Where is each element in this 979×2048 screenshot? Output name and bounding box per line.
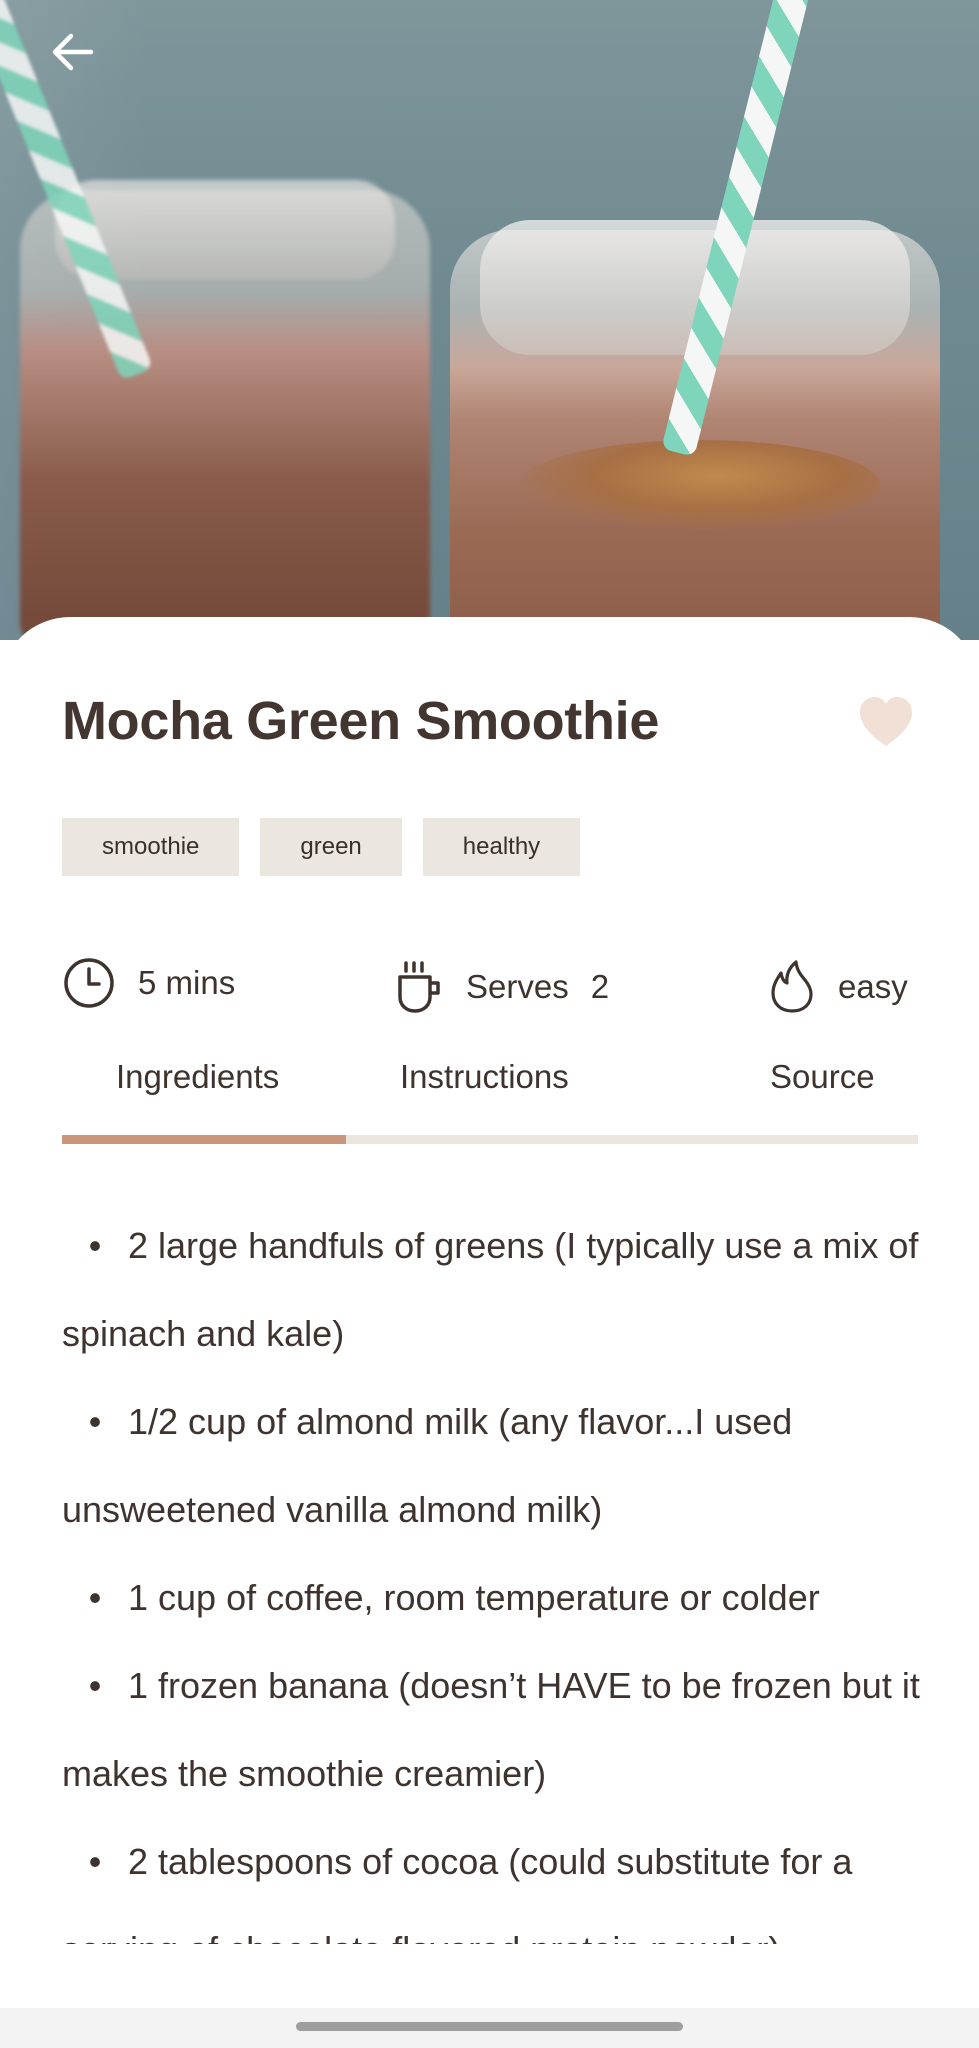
- ingredient-text: 2 tablespoons of cocoa (could substitute…: [62, 1841, 853, 1944]
- tag-chip[interactable]: green: [260, 818, 402, 876]
- servings-value: 2: [590, 968, 610, 1005]
- recipe-tabs: Ingredients Instructions Source: [62, 1058, 918, 1148]
- list-item: • 1/2 cup of almond milk (any flavor...I …: [62, 1378, 932, 1554]
- favorite-button[interactable]: [856, 694, 916, 750]
- tab-ingredients[interactable]: Ingredients: [116, 1058, 279, 1096]
- tab-instructions[interactable]: Instructions: [400, 1058, 569, 1096]
- recipe-title: Mocha Green Smoothie: [62, 691, 660, 751]
- hero-image: [0, 0, 979, 640]
- ingredient-list: • 2 large handfuls of greens (I typically…: [62, 1202, 932, 1944]
- bullet: •: [88, 1225, 102, 1266]
- list-item: • 2 large handfuls of greens (I typically…: [62, 1202, 932, 1378]
- difficulty: easy: [768, 952, 908, 1022]
- heart-icon: [860, 697, 912, 746]
- ingredient-text: 2 large handfuls of greens (I typically …: [62, 1225, 919, 1354]
- ingredient-text: 1 frozen banana (doesn’t HAVE to be froz…: [62, 1665, 920, 1794]
- bullet: •: [88, 1401, 102, 1442]
- tag-list: smoothie green healthy: [62, 818, 581, 876]
- flame-icon: [768, 959, 816, 1015]
- list-item: • 1 cup of coffee, room temperature or co…: [62, 1554, 932, 1642]
- ingredient-text: 1 cup of coffee, room temperature or col…: [128, 1577, 820, 1618]
- home-gesture-handle[interactable]: [296, 2022, 683, 2031]
- tab-active-indicator: [62, 1135, 346, 1144]
- list-item: • 1 frozen banana (doesn’t HAVE to be fro…: [62, 1642, 932, 1818]
- servings-label: Serves: [466, 968, 569, 1005]
- bullet: •: [88, 1577, 102, 1618]
- clock-icon: [62, 956, 116, 1010]
- tab-source[interactable]: Source: [770, 1058, 875, 1096]
- list-item: • 2 tablespoons of cocoa (could substitut…: [62, 1818, 932, 1944]
- bullet: •: [88, 1665, 102, 1706]
- prep-time-value: 5 mins: [138, 964, 236, 1001]
- hero-foam: [520, 440, 880, 530]
- back-button[interactable]: [44, 24, 100, 80]
- tag-chip[interactable]: smoothie: [62, 818, 240, 876]
- tag-chip[interactable]: healthy: [422, 818, 581, 876]
- cup-icon: [396, 959, 444, 1015]
- difficulty-value: easy: [838, 968, 908, 1005]
- bullet: •: [88, 1841, 102, 1882]
- arrow-left-icon: [52, 33, 94, 71]
- ingredient-text: 1/2 cup of almond milk (any flavor...I u…: [62, 1401, 793, 1530]
- servings: Serves 2: [396, 952, 609, 1022]
- prep-time: 5 mins: [62, 948, 235, 1018]
